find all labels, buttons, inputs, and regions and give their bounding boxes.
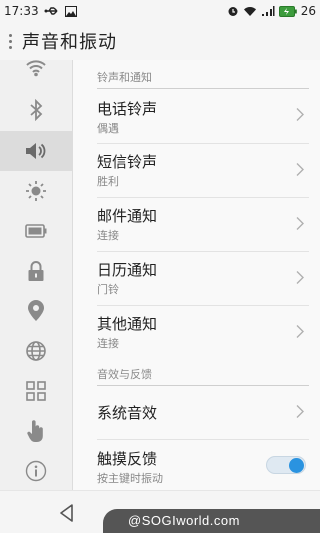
row-title: 日历通知 bbox=[97, 261, 158, 279]
status-bar: 17:33 26 bbox=[0, 0, 320, 22]
row-subtitle: 胜利 bbox=[97, 175, 119, 188]
chevron-right-icon bbox=[296, 404, 304, 423]
section-header-feedback: 音效与反馈 bbox=[97, 368, 152, 381]
row-title: 其他通知 bbox=[97, 315, 158, 333]
battery-icon bbox=[278, 5, 297, 17]
info-icon bbox=[25, 460, 47, 482]
page-title: 声音和振动 bbox=[22, 32, 117, 53]
list-item-phone-ringtone[interactable]: 电话铃声 偶遇 bbox=[73, 89, 320, 143]
sound-icon bbox=[24, 141, 48, 161]
chevron-right-icon bbox=[296, 270, 304, 289]
usb-icon bbox=[44, 6, 60, 16]
row-title: 系统音效 bbox=[97, 404, 158, 422]
section-header-ringtones: 铃声和通知 bbox=[97, 71, 152, 84]
list-item-touch-feedback[interactable]: 触摸反馈 按主键时振动 bbox=[73, 440, 320, 490]
touch-feedback-toggle[interactable] bbox=[266, 456, 306, 474]
watermark-text: @SOGIworld.com bbox=[128, 513, 240, 528]
list-item-calendar-notification[interactable]: 日历通知 门铃 bbox=[73, 252, 320, 306]
row-title: 触摸反馈 bbox=[97, 450, 158, 468]
sidebar-item-brightness[interactable] bbox=[0, 171, 72, 211]
sidebar-item-language[interactable] bbox=[0, 331, 72, 371]
row-subtitle: 连接 bbox=[97, 229, 119, 242]
settings-list: 铃声和通知 电话铃声 偶遇 短信铃声 胜利 邮件通知 连接 日历通知 门铃 其他… bbox=[73, 60, 320, 490]
sidebar-item-gestures[interactable] bbox=[0, 411, 72, 451]
sidebar-item-about[interactable] bbox=[0, 451, 72, 491]
back-icon[interactable] bbox=[56, 502, 78, 524]
list-item-sms-ringtone[interactable]: 短信铃声 胜利 bbox=[73, 144, 320, 198]
battery-level: 26 bbox=[300, 4, 316, 18]
list-item-email-notification[interactable]: 邮件通知 连接 bbox=[73, 198, 320, 252]
sidebar-item-battery[interactable] bbox=[0, 211, 72, 251]
row-subtitle: 按主键时振动 bbox=[97, 472, 163, 485]
row-subtitle: 连接 bbox=[97, 337, 119, 350]
row-title: 邮件通知 bbox=[97, 207, 158, 225]
globe-icon bbox=[25, 340, 47, 362]
battery-icon bbox=[25, 224, 47, 238]
list-item-system-sounds[interactable]: 系统音效 bbox=[73, 386, 320, 440]
chevron-right-icon bbox=[296, 107, 304, 126]
chevron-right-icon bbox=[296, 216, 304, 235]
wifi-icon bbox=[243, 6, 257, 17]
row-subtitle: 偶遇 bbox=[97, 122, 119, 135]
bluetooth-icon bbox=[29, 99, 43, 121]
status-time: 17:33 bbox=[4, 4, 39, 18]
sidebar-item-location[interactable] bbox=[0, 291, 72, 331]
sidebar-item-security[interactable] bbox=[0, 251, 72, 291]
list-item-other-notification[interactable]: 其他通知 连接 bbox=[73, 306, 320, 360]
settings-sidebar bbox=[0, 60, 73, 490]
row-subtitle: 门铃 bbox=[97, 283, 119, 296]
signal-icon bbox=[261, 5, 275, 17]
sidebar-item-wifi[interactable] bbox=[0, 52, 72, 84]
row-title: 短信铃声 bbox=[97, 153, 158, 171]
sidebar-item-bluetooth[interactable] bbox=[0, 90, 72, 130]
location-icon bbox=[27, 300, 45, 322]
apps-grid-icon bbox=[26, 381, 46, 401]
chevron-right-icon bbox=[296, 324, 304, 343]
image-icon bbox=[64, 5, 77, 17]
lock-icon bbox=[27, 260, 45, 282]
alarm-icon bbox=[227, 5, 239, 17]
toggle-knob bbox=[289, 458, 304, 473]
sidebar-item-sound[interactable] bbox=[0, 131, 72, 171]
row-title: 电话铃声 bbox=[97, 100, 158, 118]
chevron-right-icon bbox=[296, 162, 304, 181]
sidebar-item-apps[interactable] bbox=[0, 371, 72, 411]
wifi-icon bbox=[25, 59, 47, 77]
brightness-icon bbox=[25, 180, 47, 202]
gesture-hand-icon bbox=[26, 419, 46, 443]
